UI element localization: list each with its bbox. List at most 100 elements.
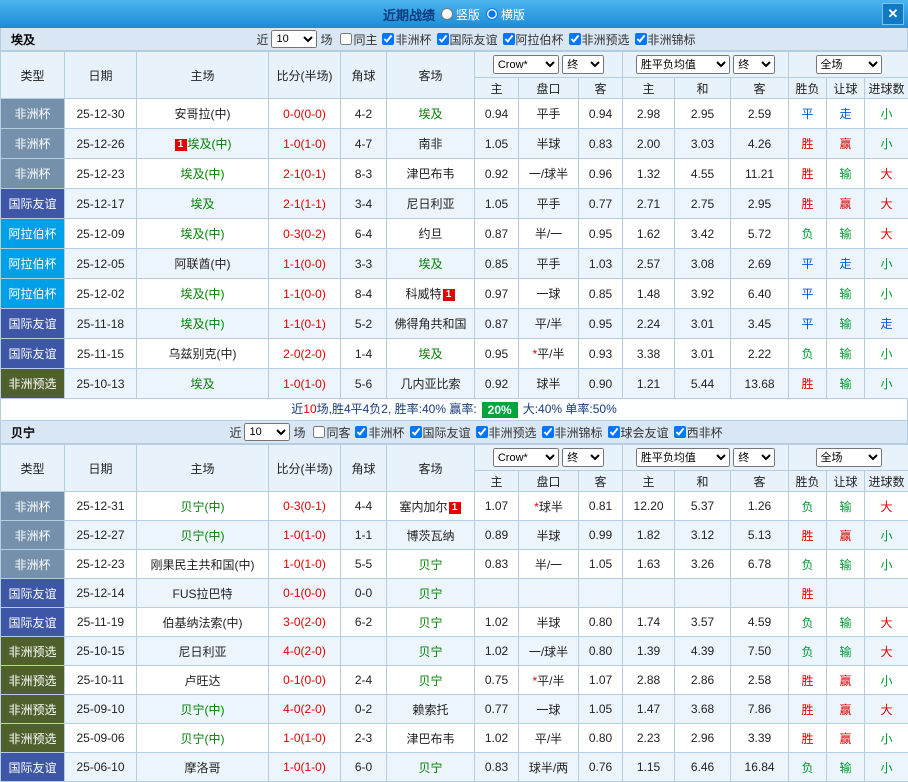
euro-odds-header: 胜平负均值 终 — [623, 445, 789, 471]
summary-segment: 大:40% 单率:50% — [523, 399, 617, 420]
euro-average-select[interactable]: 胜平负均值 — [636, 448, 730, 467]
asian-period-select[interactable]: 终 — [562, 55, 604, 74]
bookmaker-select[interactable]: Crow* — [493, 55, 559, 74]
close-button[interactable]: ✕ — [882, 3, 904, 25]
euro-away-odds: 4.26 — [731, 129, 789, 159]
team-label: 埃及(中) — [181, 317, 225, 331]
euro-away-odds: 2.59 — [731, 99, 789, 129]
col-euro-draw: 和 — [675, 78, 731, 99]
filter-非洲预选[interactable]: 非洲预选 — [569, 31, 630, 48]
filter-非洲杯[interactable]: 非洲杯 — [355, 424, 404, 441]
competition-badge: 国际友谊 — [1, 579, 65, 608]
scope-select[interactable]: 全场 — [816, 448, 882, 467]
match-row: 国际友谊25-11-18埃及(中)1-1(0-1)5-2佛得角共和国0.87平/… — [1, 309, 908, 339]
filter-非洲杯[interactable]: 非洲杯 — [382, 31, 431, 48]
team-label: 科威特 — [405, 287, 441, 301]
red-card-badge: 1 — [443, 289, 455, 301]
filter-同主[interactable]: 同主 — [340, 31, 377, 48]
col-asian-home: 主 — [475, 471, 519, 492]
horizontal-radio[interactable] — [486, 8, 498, 20]
euro-odds-header: 胜平负均值 终 — [623, 52, 789, 78]
horizontal-layout-option[interactable]: 横版 — [486, 6, 525, 23]
team-label: 贝宁(中) — [181, 703, 225, 717]
handicap-line: 半球 — [519, 608, 579, 637]
handicap-line: 平手 — [519, 189, 579, 219]
checkbox-阿拉伯杯[interactable] — [503, 33, 515, 45]
team-label: 埃及 — [418, 107, 442, 121]
match-date: 25-06-10 — [65, 753, 137, 782]
match-count-select[interactable]: 10 — [244, 423, 290, 441]
checkbox-国际友谊[interactable] — [437, 33, 449, 45]
match-score: 1-1(0-0) — [269, 279, 341, 309]
team-label: FUS拉巴特 — [172, 587, 232, 601]
checkbox-国际友谊[interactable] — [410, 426, 422, 438]
filter-非洲预选[interactable]: 非洲预选 — [476, 424, 537, 441]
filter-bar: 近 10 场 同客非洲杯国际友谊非洲预选非洲锦标球会友谊西非杯 — [45, 423, 907, 441]
col-result-handicap: 让球 — [827, 471, 865, 492]
filter-国际友谊[interactable]: 国际友谊 — [437, 31, 498, 48]
filter-阿拉伯杯[interactable]: 阿拉伯杯 — [503, 31, 564, 48]
checkbox-非洲预选[interactable] — [476, 426, 488, 438]
result-win-draw-loss: 负 — [789, 339, 827, 369]
vertical-radio[interactable] — [441, 8, 453, 20]
checkbox-非洲锦标[interactable] — [542, 426, 554, 438]
result-handicap: 输 — [827, 637, 865, 666]
match-date: 25-12-05 — [65, 249, 137, 279]
filter-球会友谊[interactable]: 球会友谊 — [608, 424, 669, 441]
match-score: 0-1(0-0) — [269, 666, 341, 695]
euro-home-odds: 2.57 — [623, 249, 675, 279]
checkbox-非洲杯[interactable] — [382, 33, 394, 45]
competition-badge: 非洲杯 — [1, 99, 65, 129]
euro-home-odds: 2.24 — [623, 309, 675, 339]
filter-国际友谊[interactable]: 国际友谊 — [410, 424, 471, 441]
corner-score: 8-4 — [341, 279, 387, 309]
euro-period-select[interactable]: 终 — [733, 55, 775, 74]
filter-label: 国际友谊 — [423, 424, 471, 441]
filter-非洲锦标[interactable]: 非洲锦标 — [635, 31, 696, 48]
euro-average-select[interactable]: 胜平负均值 — [636, 55, 730, 74]
win-rate-badge: 20% — [482, 402, 518, 418]
col-score: 比分(半场) — [269, 445, 341, 492]
asian-home-odds: 0.83 — [475, 753, 519, 782]
result-handicap: 输 — [827, 339, 865, 369]
checkbox-西非杯[interactable] — [674, 426, 686, 438]
filter-同客[interactable]: 同客 — [313, 424, 350, 441]
checkbox-球会友谊[interactable] — [608, 426, 620, 438]
result-goals: 小 — [865, 99, 908, 129]
checkbox-非洲杯[interactable] — [355, 426, 367, 438]
euro-draw-odds: 3.42 — [675, 219, 731, 249]
euro-home-odds: 12.20 — [623, 492, 675, 521]
result-handicap: 输 — [827, 159, 865, 189]
scope-select[interactable]: 全场 — [816, 55, 882, 74]
home-team-cell: 阿联酋(中) — [137, 249, 269, 279]
vertical-layout-option[interactable]: 竖版 — [441, 6, 480, 23]
checkbox-非洲锦标[interactable] — [635, 33, 647, 45]
result-win-draw-loss: 负 — [789, 608, 827, 637]
competition-badge: 国际友谊 — [1, 608, 65, 637]
euro-period-select[interactable]: 终 — [733, 448, 775, 467]
match-score: 1-0(1-0) — [269, 369, 341, 399]
match-row: 国际友谊25-12-17埃及2-1(1-1)3-4尼日利亚1.05平手0.772… — [1, 189, 908, 219]
asian-home-odds: 0.94 — [475, 99, 519, 129]
euro-home-odds: 1.74 — [623, 608, 675, 637]
result-goals: 小 — [865, 279, 908, 309]
corner-score: 6-2 — [341, 608, 387, 637]
result-handicap: 输 — [827, 608, 865, 637]
checkbox-同主[interactable] — [340, 33, 352, 45]
match-count-select[interactable]: 10 — [271, 30, 317, 48]
euro-away-odds: 2.95 — [731, 189, 789, 219]
euro-draw-odds: 3.26 — [675, 550, 731, 579]
filter-非洲锦标[interactable]: 非洲锦标 — [542, 424, 603, 441]
checkbox-同客[interactable] — [313, 426, 325, 438]
team-label: 安哥拉(中) — [175, 107, 231, 121]
filter-西非杯[interactable]: 西非杯 — [674, 424, 723, 441]
result-scope-header: 全场 — [789, 445, 908, 471]
euro-away-odds: 11.21 — [731, 159, 789, 189]
filter-label: 阿拉伯杯 — [516, 31, 564, 48]
asian-period-select[interactable]: 终 — [562, 448, 604, 467]
result-win-draw-loss: 负 — [789, 492, 827, 521]
checkbox-非洲预选[interactable] — [569, 33, 581, 45]
result-goals: 走 — [865, 309, 908, 339]
handicap-line: 平手 — [519, 249, 579, 279]
bookmaker-select[interactable]: Crow* — [493, 448, 559, 467]
